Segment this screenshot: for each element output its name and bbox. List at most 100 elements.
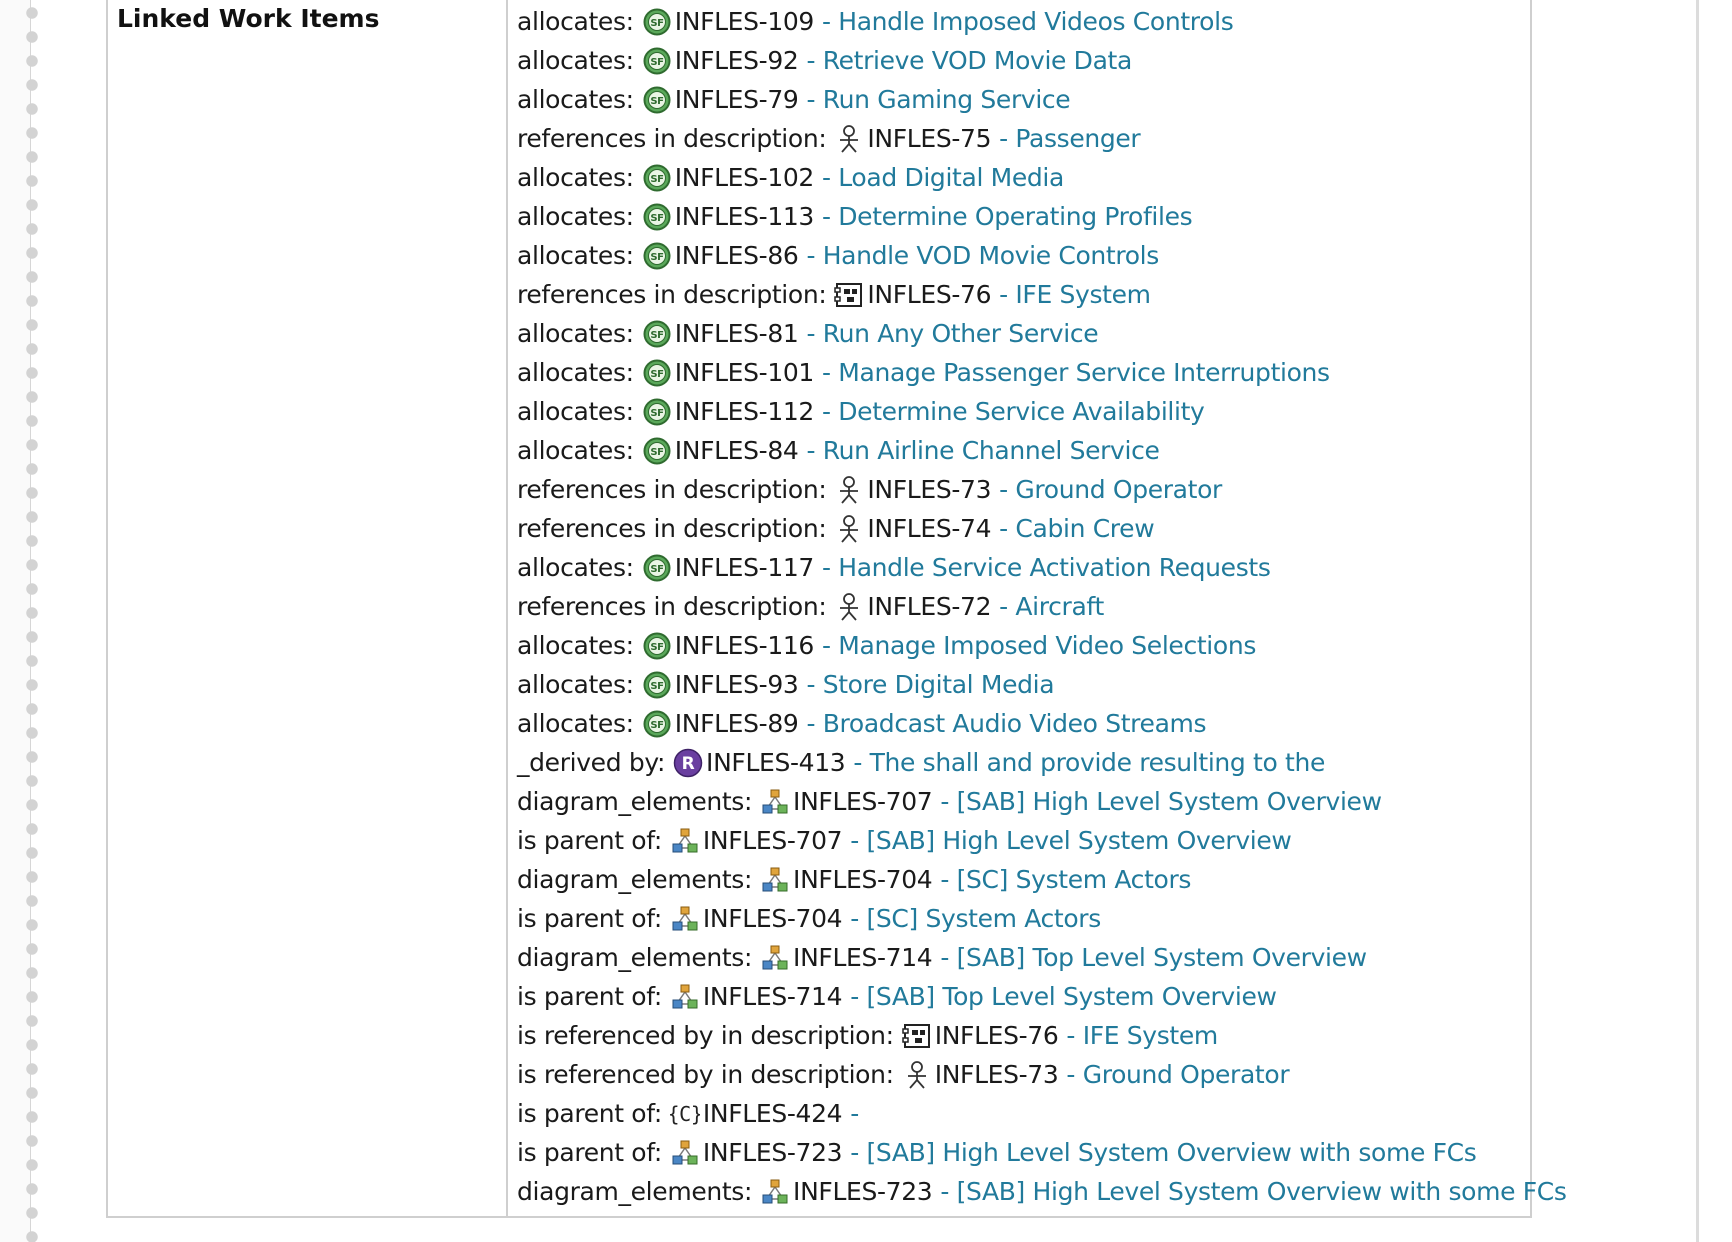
link-role: allocates: — [517, 553, 634, 582]
item-title-link[interactable]: - Aircraft — [999, 592, 1104, 621]
linked-item-row: allocates: SF INFLES-93 - Store Digital … — [517, 665, 1527, 704]
item-title-link[interactable]: - Run Airline Channel Service — [806, 436, 1159, 465]
linked-item-row: diagram_elements: INFLES-723 - [SAB] Hig… — [517, 1172, 1567, 1211]
item-id: INFLES-75 — [867, 124, 992, 153]
binder-holes — [25, 6, 39, 1242]
svg-text:SF: SF — [650, 681, 663, 692]
item-title-link[interactable]: - [SAB] Top Level System Overview — [850, 982, 1277, 1011]
item-id: INFLES-117 — [674, 553, 815, 582]
item-title-link[interactable]: - Handle VOD Movie Controls — [806, 241, 1159, 270]
item-title-link[interactable]: - Store Digital Media — [806, 670, 1054, 699]
linked-item-row: allocates: SF INFLES-101 - Manage Passen… — [517, 353, 1527, 392]
item-title-link[interactable]: - Load Digital Media — [822, 163, 1064, 192]
link-role: allocates: — [517, 709, 634, 738]
link-role: diagram_elements: — [517, 865, 753, 894]
svg-text:SF: SF — [650, 252, 663, 263]
linked-item-row: references in description: INFLES-74 - C… — [517, 509, 1527, 548]
capability-icon: {C} — [670, 1099, 700, 1129]
diagram-icon — [670, 826, 700, 856]
linked-item-row: is parent of: {C} INFLES-424 - — [517, 1094, 1527, 1133]
item-title-link[interactable]: - Retrieve VOD Movie Data — [806, 46, 1132, 75]
linked-item-row: allocates: SF INFLES-86 - Handle VOD Mov… — [517, 236, 1527, 275]
link-role: allocates: — [517, 319, 634, 348]
item-title-link[interactable]: - Determine Operating Profiles — [822, 202, 1193, 231]
item-title-link[interactable]: - [SAB] High Level System Overview with … — [940, 1177, 1567, 1206]
linked-item-row: references in description: INFLES-76 - I… — [517, 275, 1527, 314]
item-title-link[interactable]: - [SC] System Actors — [940, 865, 1191, 894]
svg-text:SF: SF — [650, 369, 663, 380]
system-function-icon: SF — [642, 397, 672, 427]
link-role: allocates: — [517, 241, 634, 270]
item-id: INFLES-72 — [867, 592, 992, 621]
field-label-cell: Linked Work Items — [108, 0, 508, 1216]
svg-text:SF: SF — [650, 96, 663, 107]
item-title-link[interactable]: - Ground Operator — [1066, 1060, 1289, 1089]
item-title-link[interactable]: - Passenger — [999, 124, 1141, 153]
linked-item-row: is parent of: INFLES-714 - [SAB] Top Lev… — [517, 977, 1527, 1016]
item-id: INFLES-79 — [674, 85, 799, 114]
item-title-link[interactable]: - Manage Imposed Video Selections — [822, 631, 1256, 660]
system-function-icon: SF — [642, 553, 672, 583]
system-function-icon: SF — [642, 436, 672, 466]
linked-item-row: allocates: SF INFLES-113 - Determine Ope… — [517, 197, 1527, 236]
item-title-link[interactable]: - [SAB] Top Level System Overview — [940, 943, 1367, 972]
item-id: INFLES-714 — [793, 943, 933, 972]
item-title-link[interactable]: - IFE System — [999, 280, 1151, 309]
link-role: allocates: — [517, 358, 634, 387]
item-id: INFLES-89 — [674, 709, 799, 738]
linked-item-row: is parent of: INFLES-704 - [SC] System A… — [517, 899, 1527, 938]
actor-icon — [834, 475, 864, 505]
item-id: INFLES-76 — [934, 1021, 1059, 1050]
item-title-link[interactable]: - [SAB] High Level System Overview — [940, 787, 1382, 816]
item-title-link[interactable]: - Cabin Crew — [999, 514, 1155, 543]
item-title-link[interactable]: - — [850, 1099, 859, 1128]
page-edge — [1696, 0, 1699, 1242]
item-title-link[interactable]: - Manage Passenger Service Interruptions — [822, 358, 1330, 387]
link-role: references in description: — [517, 475, 827, 504]
item-title-link[interactable]: - [SAB] High Level System Overview — [850, 826, 1292, 855]
link-role: is parent of: — [517, 904, 662, 933]
link-role: allocates: — [517, 436, 634, 465]
item-title-link[interactable]: - Handle Service Activation Requests — [822, 553, 1271, 582]
item-title-link[interactable]: - Determine Service Availability — [822, 397, 1205, 426]
svg-text:SF: SF — [650, 18, 663, 29]
linked-item-row: is referenced by in description: INFLES-… — [517, 1055, 1527, 1094]
system-component-icon — [901, 1021, 932, 1051]
item-id: INFLES-102 — [674, 163, 815, 192]
item-id: INFLES-714 — [702, 982, 843, 1011]
item-id: INFLES-73 — [867, 475, 992, 504]
item-id: INFLES-109 — [674, 7, 815, 36]
link-role: allocates: — [517, 631, 634, 660]
item-id: INFLES-84 — [674, 436, 799, 465]
item-title-link[interactable]: - Handle Imposed Videos Controls — [822, 7, 1234, 36]
svg-text:SF: SF — [650, 174, 663, 185]
item-title-link[interactable]: - Run Gaming Service — [806, 85, 1070, 114]
system-function-icon: SF — [642, 202, 672, 232]
link-role: diagram_elements: — [517, 1177, 753, 1206]
system-function-icon: SF — [642, 709, 672, 739]
link-role: _derived by: — [517, 748, 666, 777]
link-role: diagram_elements: — [517, 943, 753, 972]
item-title-link[interactable]: - The shall and provide resulting to the — [853, 748, 1325, 777]
item-title-link[interactable]: - [SC] System Actors — [850, 904, 1101, 933]
svg-text:SF: SF — [650, 57, 663, 68]
item-title-link[interactable]: - Run Any Other Service — [806, 319, 1098, 348]
link-role: is referenced by in description: — [517, 1060, 894, 1089]
item-id: INFLES-707 — [702, 826, 843, 855]
item-title-link[interactable]: - IFE System — [1066, 1021, 1218, 1050]
item-id: INFLES-81 — [674, 319, 799, 348]
linked-item-row: _derived by: R INFLES-413 - The shall an… — [517, 743, 1527, 782]
requirement-icon: R — [673, 748, 703, 778]
svg-text:SF: SF — [650, 408, 663, 419]
svg-text:SF: SF — [650, 447, 663, 458]
diagram-icon — [760, 787, 790, 817]
item-id: INFLES-86 — [674, 241, 799, 270]
item-id: INFLES-707 — [793, 787, 933, 816]
system-function-icon: SF — [642, 7, 672, 37]
linked-item-row: allocates: SF INFLES-112 - Determine Ser… — [517, 392, 1527, 431]
link-role: allocates: — [517, 7, 634, 36]
linked-item-row: is referenced by in description: INFLES-… — [517, 1016, 1527, 1055]
item-title-link[interactable]: - Broadcast Audio Video Streams — [806, 709, 1206, 738]
item-title-link[interactable]: - [SAB] High Level System Overview with … — [850, 1138, 1477, 1167]
item-title-link[interactable]: - Ground Operator — [999, 475, 1222, 504]
